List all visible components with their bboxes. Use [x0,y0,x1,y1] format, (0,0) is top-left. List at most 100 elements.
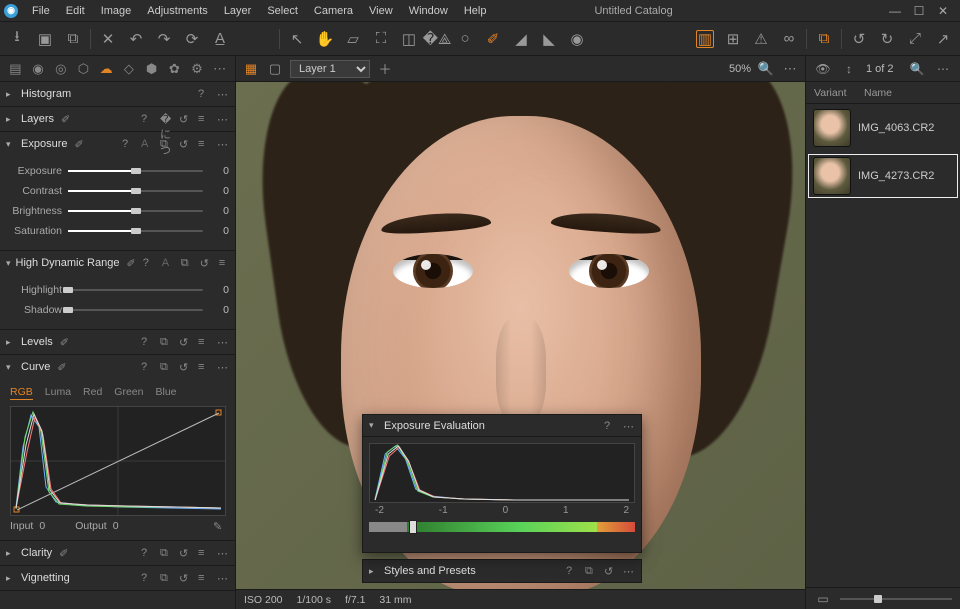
auto-icon[interactable]: A [162,257,174,269]
process-icon[interactable]: ⤢ [906,30,924,48]
chevron-right-icon[interactable]: ▸ [369,566,379,577]
help-icon[interactable]: ? [566,565,578,577]
preset-icon[interactable]: ≡ [219,257,231,269]
styles-presets-panel[interactable]: ▸ Styles and Presets ?⧉↺⋯ [362,559,642,583]
radial-icon[interactable]: ◉ [568,30,586,48]
more-icon[interactable]: ⋯ [623,565,635,577]
brush-small-icon[interactable]: ✐ [126,257,135,269]
rotate-left-icon[interactable]: ↺ [850,30,868,48]
curve-tab-red[interactable]: Red [83,386,102,400]
brush-small-icon[interactable]: ✐ [59,547,71,559]
menu-select[interactable]: Select [259,5,306,17]
menu-layer[interactable]: Layer [216,5,260,17]
curve-plot[interactable] [10,406,226,516]
rotate-right-icon[interactable]: ↻ [878,30,896,48]
menu-edit[interactable]: Edit [58,5,93,17]
copy-icon[interactable]: ⧉ [160,336,172,348]
chevron-down-icon[interactable]: ▾ [6,258,11,269]
grid-icon[interactable]: ⊞ [724,30,742,48]
view-grid-icon[interactable]: ▦ [242,60,260,78]
tab-details-icon[interactable]: ◇ [122,61,137,77]
copy-icon[interactable]: ⧉ [181,257,193,269]
chevron-down-icon[interactable]: ▾ [6,362,16,373]
visibility-icon[interactable]: 👁 [814,60,832,78]
reset-icon[interactable]: ↺ [179,138,191,150]
exposure-evaluation-panel[interactable]: ▾ Exposure Evaluation ?⋯ -2 -1 0 [362,414,642,553]
reset-icon[interactable]: ↺ [179,336,191,348]
tab-more-icon[interactable]: ⋯ [212,61,227,77]
shape-icon[interactable]: ▱ [344,30,362,48]
brush-small-icon[interactable]: ✐ [74,138,86,150]
search-icon[interactable]: 🔍 [908,60,926,78]
help-icon[interactable]: ? [604,420,616,432]
preset-icon[interactable]: ≡ [198,572,210,584]
menu-camera[interactable]: Camera [306,5,361,17]
thumb-size-icon[interactable]: ▭ [814,590,832,608]
chevron-down-icon[interactable]: ▾ [6,139,16,150]
help-icon[interactable]: ? [141,547,153,559]
tab-capture-icon[interactable]: ◉ [31,61,46,77]
add-layer-icon[interactable]: ＋ [376,60,394,78]
help-icon[interactable]: ? [141,113,153,125]
menu-help[interactable]: Help [456,5,495,17]
more-icon[interactable]: ⋯ [217,572,229,584]
menu-window[interactable]: Window [401,5,456,17]
browser-icon[interactable]: ⧉ [815,30,833,48]
more-icon[interactable]: ⋯ [217,361,229,373]
cursor-icon[interactable]: ↖ [288,30,306,48]
more-icon[interactable]: ⋯ [217,113,229,125]
preset-icon[interactable]: ≡ [198,547,210,559]
help-icon[interactable]: ? [141,572,153,584]
chevron-right-icon[interactable]: ▸ [6,337,16,348]
shadow-slider[interactable]: Shadow0 [6,301,229,319]
brightness-slider[interactable]: Brightness0 [6,202,229,220]
live-view-icon[interactable]: ⧉ [64,30,82,48]
menu-file[interactable]: File [24,5,58,17]
copy-icon[interactable]: ⧉ [585,565,597,577]
ev-indicator[interactable] [409,520,417,534]
brush-icon[interactable]: ✐ [484,30,502,48]
variant-row[interactable]: IMG_4273.CR2 [806,152,960,200]
curve-tab-rgb[interactable]: RGB [10,386,33,400]
erase-icon[interactable]: ◢ [512,30,530,48]
view-single-icon[interactable]: ▢ [266,60,284,78]
capture-icon[interactable]: ▣ [36,30,54,48]
more-icon[interactable]: ⋯ [217,547,229,559]
preset-icon[interactable]: ≡ [198,336,210,348]
help-icon[interactable]: ? [141,361,153,373]
chevron-down-icon[interactable]: ▾ [369,420,379,431]
auto-icon[interactable]: A [141,138,153,150]
menu-adjustments[interactable]: Adjustments [139,5,216,17]
focus-mask-icon[interactable]: ∞ [780,30,798,48]
reset-icon[interactable]: ↺ [179,361,191,373]
copy-icon[interactable]: ⧉ [160,138,172,150]
keystone-icon[interactable]: �⟁ [428,30,446,48]
highlight-slider[interactable]: Highlight0 [6,281,229,299]
chevron-right-icon[interactable]: ▸ [6,89,16,100]
curve-tab-luma[interactable]: Luma [45,386,71,400]
reset-icon[interactable]: ↺ [200,257,212,269]
preset-icon[interactable]: ≡ [198,113,210,125]
contrast-slider[interactable]: Contrast0 [6,182,229,200]
reset-icon[interactable]: ⟳ [183,30,201,48]
sort-icon[interactable]: ↕ [840,60,858,78]
tab-output-icon[interactable]: ⚙ [190,61,205,77]
crop-icon[interactable]: ⛶ [372,30,390,48]
proof-icon[interactable]: ▥ [696,30,714,48]
chevron-right-icon[interactable]: ▸ [6,548,16,559]
undo-icon[interactable]: ↶ [127,30,145,48]
layer-select[interactable]: Layer 1 [290,60,370,78]
reset-icon[interactable]: ↺ [179,572,191,584]
help-icon[interactable]: ? [122,138,134,150]
window-minimize-icon[interactable]: — [888,4,902,18]
tab-lens-icon[interactable]: ◎ [53,61,68,77]
chevron-right-icon[interactable]: ▸ [6,573,16,584]
saturation-slider[interactable]: Saturation0 [6,222,229,240]
brush-small-icon[interactable]: ✐ [60,336,72,348]
menu-view[interactable]: View [361,5,401,17]
tab-local-icon[interactable]: ⬢ [144,61,159,77]
reset-icon[interactable]: ↺ [179,547,191,559]
curve-tab-green[interactable]: Green [114,386,143,400]
copy-icon[interactable]: ⧉ [160,547,172,559]
reject-icon[interactable]: ✕ [99,30,117,48]
